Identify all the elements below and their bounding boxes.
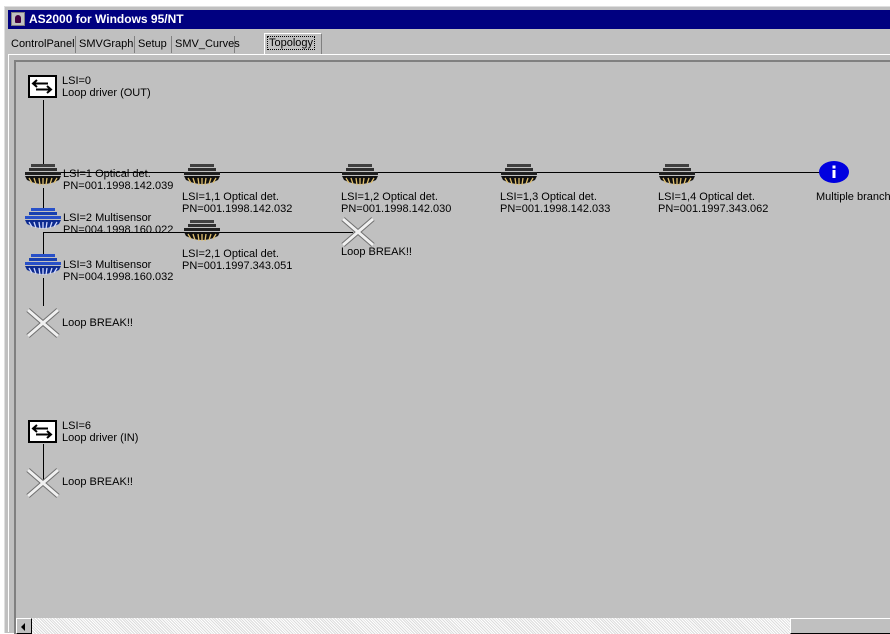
tab-topology-label: Topology	[266, 36, 316, 50]
topology-panel: LSI=0 Loop driver (OUT) LSI=1 Optical de…	[8, 54, 890, 634]
loop-driver-in-icon[interactable]	[28, 420, 57, 443]
break-b2-label: Loop BREAK!!	[341, 246, 412, 258]
optical-detector-icon[interactable]	[657, 164, 697, 188]
optical-detector-icon[interactable]	[23, 164, 63, 188]
tab-setup[interactable]: Setup	[135, 36, 172, 53]
driver-in-label: Loop driver (IN)	[62, 432, 139, 444]
driver-out-label: Loop driver (OUT)	[62, 87, 151, 99]
multiple-branch-label: Multiple branch	[816, 191, 890, 203]
info-icon[interactable]	[819, 161, 849, 183]
app-icon[interactable]	[11, 12, 25, 26]
main-loop-wire	[43, 188, 44, 208]
optical-detector-icon[interactable]	[182, 164, 222, 188]
b14-lsi: LSI=1,4 Optical det.	[658, 191, 755, 203]
optical-detector-icon[interactable]	[499, 164, 539, 188]
b12-lsi: LSI=1,2 Optical det.	[341, 191, 438, 203]
break-in-label: Loop BREAK!!	[62, 476, 133, 488]
main-loop-wire	[43, 100, 44, 164]
scroll-track[interactable]	[32, 618, 790, 634]
multisensor-icon[interactable]	[23, 208, 63, 232]
b12-pn: PN=001.1998.142.030	[341, 203, 452, 215]
title-bar: AS2000 for Windows 95/NT	[8, 10, 890, 29]
main-loop-wire	[43, 232, 44, 254]
tab-topology[interactable]: Topology	[264, 33, 322, 54]
b11-lsi: LSI=1,1 Optical det.	[182, 191, 279, 203]
window-title: AS2000 for Windows 95/NT	[29, 12, 184, 26]
main-loop-wire	[43, 278, 44, 306]
scroll-thumb[interactable]	[790, 618, 890, 634]
horizontal-scrollbar[interactable]	[14, 618, 890, 634]
branch-1-wire	[43, 172, 835, 173]
app-window: AS2000 for Windows 95/NT ControlPanel SM…	[4, 6, 890, 634]
multisensor-icon[interactable]	[23, 254, 63, 278]
optical-detector-icon[interactable]	[182, 220, 222, 244]
tab-controlpanel[interactable]: ControlPanel	[8, 36, 76, 53]
tab-smv-curves[interactable]: SMV_Curves	[172, 36, 240, 53]
loop-break-icon[interactable]	[26, 306, 60, 340]
dev3-lsi: LSI=3 Multisensor	[63, 259, 152, 271]
loop-driver-out-icon[interactable]	[28, 75, 57, 98]
b21-lsi: LSI=2,1 Optical det.	[182, 248, 279, 260]
dev2-lsi: LSI=2 Multisensor	[63, 212, 152, 224]
dev3-pn: PN=004.1998.160.032	[63, 271, 174, 283]
b21-pn: PN=001.1997.343.051	[182, 260, 293, 272]
b11-pn: PN=001.1998.142.032	[182, 203, 293, 215]
loop-break-icon[interactable]	[26, 466, 60, 500]
driver-in-lsi: LSI=6	[62, 420, 92, 432]
topology-canvas: LSI=0 Loop driver (OUT) LSI=1 Optical de…	[14, 60, 890, 620]
b13-pn: PN=001.1998.142.033	[500, 203, 611, 215]
optical-detector-icon[interactable]	[340, 164, 380, 188]
break-main-label: Loop BREAK!!	[62, 317, 133, 329]
b13-lsi: LSI=1,3 Optical det.	[500, 191, 597, 203]
driver-out-lsi: LSI=0	[62, 75, 92, 87]
tab-smvgraph[interactable]: SMVGraph	[76, 36, 135, 53]
dev1-lsi: LSI=1 Optical det.	[63, 168, 151, 180]
loop-break-icon[interactable]	[341, 215, 375, 249]
scroll-left-button[interactable]	[16, 618, 32, 634]
dev2-pn: PN=004.1998.160.022	[63, 224, 174, 236]
b14-pn: PN=001.1997.343.062	[658, 203, 769, 215]
dev1-pn: PN=001.1998.142.039	[63, 180, 174, 192]
